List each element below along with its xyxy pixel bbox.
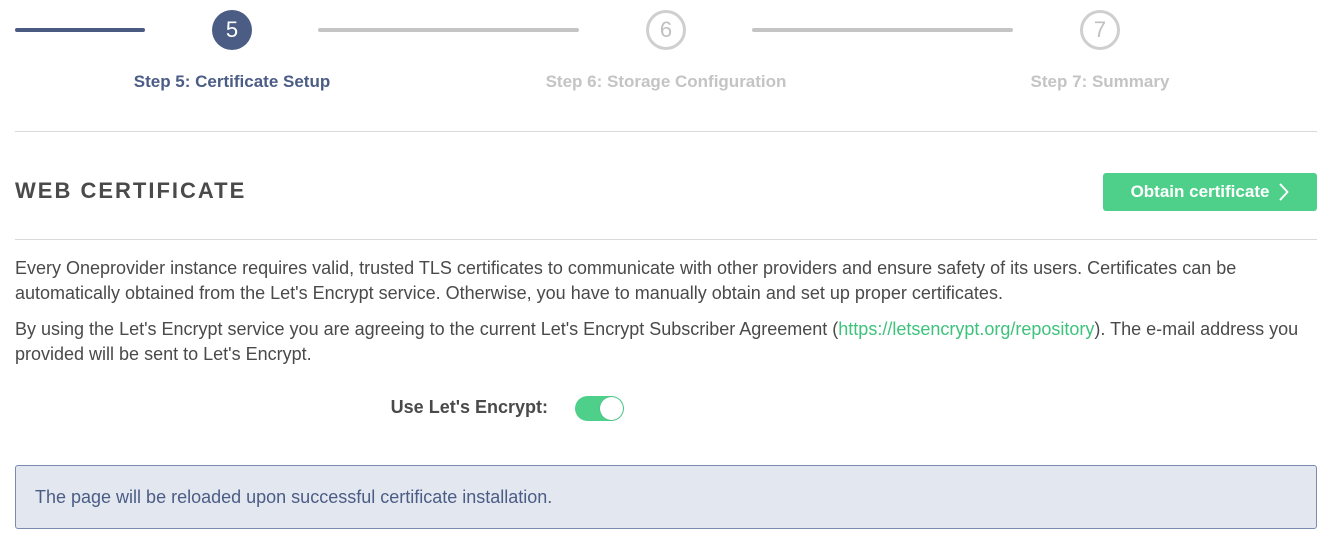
letsencrypt-agreement-text: By using the Let's Encrypt service you a…	[15, 317, 1315, 367]
certificate-setup-page: 5 6 7 Step 5: Certificate Setup Step 6: …	[0, 0, 1326, 552]
step-5-indicator: 5	[212, 10, 252, 50]
info-message: The page will be reloaded upon successfu…	[35, 486, 553, 507]
step-5-label: Step 5: Certificate Setup	[133, 72, 331, 91]
obtain-certificate-button[interactable]: Obtain certificate	[1103, 173, 1317, 211]
header-divider	[15, 239, 1317, 240]
step-progress-line	[318, 28, 579, 32]
reload-info-alert: The page will be reloaded upon successfu…	[15, 465, 1317, 529]
step-7-indicator: 7	[1080, 10, 1120, 50]
use-letsencrypt-label: Use Let's Encrypt:	[390, 397, 548, 417]
letsencrypt-repository-link[interactable]: https://letsencrypt.org/repository	[838, 319, 1094, 339]
use-letsencrypt-toggle[interactable]	[575, 396, 624, 421]
agreement-text-before: By using the Let's Encrypt service you a…	[15, 319, 839, 339]
step-number: 7	[1093, 17, 1107, 42]
step-number: 6	[659, 17, 673, 42]
step-number: 5	[225, 17, 239, 42]
step-progress-line	[15, 28, 145, 32]
certificate-description: Every Oneprovider instance requires vali…	[15, 258, 1237, 303]
wizard-stepper: 5 6 7 Step 5: Certificate Setup Step 6: …	[0, 0, 1326, 131]
step-6-indicator: 6	[646, 10, 686, 50]
obtain-certificate-label: Obtain certificate	[1130, 182, 1270, 201]
chevron-right-icon	[1279, 183, 1289, 201]
page-title: WEB CERTIFICATE	[15, 178, 247, 203]
step-7-label: Step 7: Summary	[1030, 72, 1170, 91]
stepper-divider	[15, 131, 1317, 132]
toggle-knob	[600, 397, 623, 420]
step-6-label: Step 6: Storage Configuration	[545, 72, 787, 91]
step-progress-line	[752, 28, 1013, 32]
